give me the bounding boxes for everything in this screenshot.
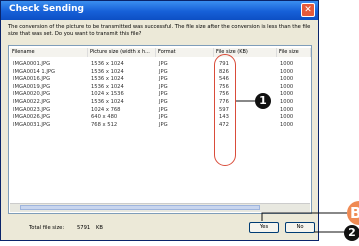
callout-2-badge: 2 bbox=[344, 225, 359, 241]
callout-b-line bbox=[261, 212, 347, 221]
callout-lines bbox=[236, 100, 347, 233]
callout-1-badge: 1 bbox=[255, 93, 271, 109]
